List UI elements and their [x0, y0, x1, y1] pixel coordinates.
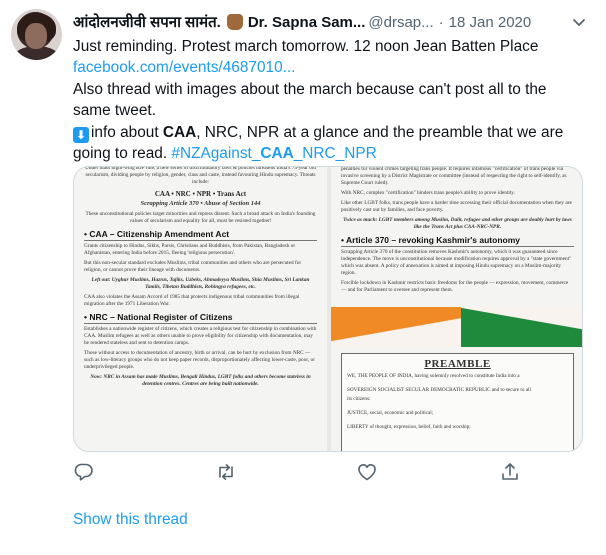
hashtag-part-b: _NRC_NPR — [293, 145, 377, 163]
tweet-actions — [73, 461, 523, 483]
doc-nrc-heading: • NRC – National Register of Citizens — [84, 311, 317, 324]
show-thread-link[interactable]: Show this thread — [73, 511, 188, 529]
avatar-face — [25, 23, 47, 49]
doc-now: Now: NRC in Assam has made Muslims, Beng… — [90, 374, 311, 387]
doc-article-heading: • Article 370 – revoking Kashmir's auton… — [341, 234, 574, 247]
doc-left-out: Left out: Uyghur Muslims, Hazras, Tajiks… — [91, 277, 310, 290]
tweet-media[interactable]: Under mass night-wing BJP rule, a new se… — [73, 166, 583, 452]
display-name[interactable]: आंदोलनजीवी सपना सामंत. — [73, 12, 221, 32]
doc-lgbt: Like other LGBT folks, trans people have… — [341, 200, 572, 213]
tweet-line-5b: , NRC, NPR at a glance and the preamble … — [196, 123, 564, 141]
tweet-line-6a: going to read. — [73, 145, 172, 163]
tweet-line-1: Just reminding. Protest march tomorrow. … — [73, 38, 539, 55]
tweet-line-4: same tweet. — [73, 102, 156, 120]
doc-unconstitutional: These unconstitutional policies target m… — [85, 211, 316, 224]
doc-tagline-2: Scrapping Article 370 • Abuse of Section… — [140, 200, 261, 207]
hashtag-caa: CAA — [260, 145, 294, 163]
doc-nrc-text-2: Those without access to documentation of… — [84, 350, 315, 370]
doc-caa-text-2: But this non-secular standard excludes M… — [84, 260, 302, 273]
tweet-line-5: ⬇ info about CAA, NRC, NPR at a glance an… — [73, 122, 573, 143]
preamble-line-2: SOVEREIGN SOCIALIST SECULAR DEMOCRATIC R… — [347, 387, 531, 393]
facebook-event-link[interactable]: facebook.com/events/4687010... — [73, 57, 573, 78]
hashtag-link[interactable]: #NZAgainst_CAA_NRC_NPR — [171, 145, 376, 162]
doc-caa-heading: • CAA – Citizenship Amendment Act — [84, 228, 317, 241]
separator-dot: · — [438, 13, 444, 31]
doc-nrc-text: Establishes a nationwide register of cit… — [84, 326, 317, 346]
right-document: penalties for violent crimes targeting t… — [331, 167, 582, 294]
doc-trans-text: penalties for violent crimes targeting t… — [341, 167, 567, 186]
preamble-box: PREAMBLE WE, THE PEOPLE OF INDIA, having… — [341, 353, 574, 451]
doc-assam: CAA also violates the Assam Accord of 19… — [84, 294, 300, 307]
preamble-text: WE, THE PEOPLE OF INDIA, having solemnly… — [342, 370, 573, 434]
preamble-line-3: its citizens: — [347, 396, 371, 402]
flag-green-band — [461, 307, 582, 347]
doc-lockdown: Forcible lockdown in Kashmir restricts b… — [341, 280, 569, 293]
caa-bold: CAA — [162, 123, 197, 141]
indian-flag-banner — [331, 307, 582, 347]
media-image-left[interactable]: Under mass night-wing BJP rule, a new se… — [74, 167, 327, 451]
display-name-2[interactable]: Dr. Sapna Sam... — [248, 14, 366, 31]
avatar[interactable] — [11, 9, 62, 60]
flag-saffron-band — [331, 307, 461, 347]
timestamp[interactable]: 18 Jan 2020 — [449, 14, 532, 31]
preamble-line-4: JUSTICE, social, economic and political; — [347, 410, 434, 416]
doc-twice: Twice as much: LGBT members among Muslim… — [343, 217, 572, 230]
tweet-line-6: going to read. #NZAgainst_CAA_NRC_NPR — [73, 143, 573, 164]
doc-tagline: CAA • NRC • NPR • Trans Act — [154, 190, 247, 198]
down-arrow-icon: ⬇ — [73, 126, 89, 143]
tweet-header: आंदोलनजीवी सपना सामंत. Dr. Sapna Sam... … — [73, 11, 531, 33]
tweet[interactable]: आंदोलनजीवी सपना सामंत. Dr. Sapna Sam... … — [0, 0, 606, 555]
share-icon[interactable] — [499, 461, 521, 483]
doc-nrc-cert: With NRC, complex "certification" hinder… — [341, 190, 515, 196]
doc-intro: Under mass night-wing BJP rule, a new se… — [85, 167, 316, 185]
hashtag-part-a: #NZAgainst_ — [171, 145, 261, 163]
reply-icon[interactable] — [73, 461, 95, 483]
retweet-icon[interactable] — [215, 461, 237, 483]
raised-fist-emoji-icon — [226, 14, 243, 30]
media-image-right[interactable]: penalties for violent crimes targeting t… — [331, 167, 582, 451]
tweet-line-3: Also thread with images about the march … — [73, 80, 547, 98]
tweet-line-5a: info about — [91, 123, 163, 141]
preamble-line-5: LIBERTY of thought, expression, belief, … — [347, 424, 471, 430]
user-handle[interactable]: @drsap... — [368, 14, 433, 31]
doc-caa-text: Grants citizenship to Hindus, Sikhs, Par… — [84, 243, 296, 256]
like-icon[interactable] — [356, 461, 378, 483]
left-document: Under mass night-wing BJP rule, a new se… — [74, 167, 327, 388]
preamble-title: PREAMBLE — [424, 358, 491, 370]
preamble-line-1: WE, THE PEOPLE OF INDIA, having solemnly… — [347, 373, 520, 379]
more-chevron-icon[interactable] — [570, 13, 588, 31]
tweet-text: Just reminding. Protest march tomorrow. … — [73, 36, 573, 164]
doc-article-text: Scrapping Article 370 of the constitutio… — [341, 249, 572, 276]
